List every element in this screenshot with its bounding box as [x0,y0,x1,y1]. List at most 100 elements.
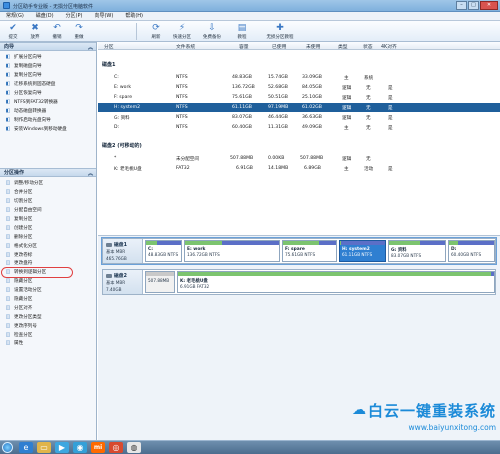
table-row[interactable]: G: 资料 NTFS 83.07GB 46.44GB 36.63GB 逻辑 无 … [98,113,500,122]
op-check[interactable]: ◫ 检查分区 [0,330,96,339]
table-row[interactable]: * 未分配空间 507.88MB 0.00KB 507.88MB 逻辑 无 [98,154,500,163]
op-change-type[interactable]: ◫ 更改分区类型 [0,312,96,321]
partition-block-g[interactable]: G: 资料 83.07GB NTFS [388,240,446,262]
cell-type: 主 [344,167,349,172]
table-row[interactable]: K: 老毛桃U盘 FAT32 6.91GB 14.18MB 6.89GB 主 活… [98,164,500,173]
wizard-item-label: 复制分区向导 [14,73,42,79]
disk1-header[interactable]: 磁盘1 [102,61,500,69]
col-free[interactable]: 未使用 [306,43,320,50]
collapse-icon[interactable]: ︽ [88,170,93,178]
col-4k-align[interactable]: 4K对齐 [381,43,397,50]
quick-partition-label: 快速分区 [173,35,191,40]
partition-block-c[interactable]: C: 48.83GB NTFS [145,240,182,262]
undo-button[interactable]: ↶ 撤销 [46,21,68,41]
partition-block-d[interactable]: D: 60.40GB NTFS [448,240,495,262]
start-orb-icon[interactable] [2,442,13,453]
disk2-header[interactable]: 磁盘2 (可移动的) [102,142,500,150]
chrome-icon[interactable]: ◍ [127,442,141,453]
folder-icon[interactable]: ▭ [37,442,51,453]
col-partition[interactable]: 分区 [104,43,114,50]
wizard-dynamic-disk[interactable]: ◧ 动态磁盘转换器 [0,106,96,115]
disk1-map[interactable]: 磁盘1 基本 MBR 465.76GB C: 48.83GB NTFS E: w… [102,238,496,264]
wizard-extend-partition[interactable]: ◧ 扩展分区向导 [0,53,96,62]
free-backup-button[interactable]: ⇩ 免费备份 [197,21,227,41]
redo-button[interactable]: ↷ 重做 [68,21,90,41]
wizard-partition-recovery[interactable]: ◧ 分区恢复向导 [0,89,96,98]
menu-general[interactable]: 常规(G) [0,12,30,20]
op-split[interactable]: ◫ 切割分区 [0,197,96,206]
col-filesystem[interactable]: 文件系统 [176,43,195,50]
partition-block-e[interactable]: E: work 136.72GB NTFS [184,240,280,262]
usage-fill [178,272,491,276]
table-row[interactable]: C: NTFS 48.83GB 15.74GB 33.09GB 主 系统 [98,73,500,82]
usage-fill [389,241,421,245]
partition-size: 61.11GB NTFS [342,252,373,257]
mi-icon[interactable]: mi [91,442,105,453]
col-capacity[interactable]: 容量 [239,43,249,50]
op-change-drive-letter[interactable]: ◫ 更改盘符 [0,259,96,268]
col-type[interactable]: 类型 [338,43,348,50]
close-button[interactable]: ✕ [480,1,498,10]
menu-disk[interactable]: 磁盘(D) [30,12,60,20]
op-merge[interactable]: ◫ 合并分区 [0,188,96,197]
collapse-icon[interactable]: ︽ [88,44,93,52]
partition-block-unallocated[interactable]: 507.88MB [145,271,175,293]
usage-bar [283,241,336,245]
op-item-label: 隐藏分区 [14,297,33,303]
wizard-windows-to-go[interactable]: ◧ 安装Windows到移动硬盘 [0,124,96,133]
op-format[interactable]: ◫ 格式化分区 [0,241,96,250]
table-row[interactable]: F: spare NTFS 75.61GB 50.51GB 25.10GB 逻辑… [98,93,500,102]
wizard-migrate-ssd[interactable]: ◧ 迁移系统到固态硬盘 [0,80,96,89]
op-convert-to-logical[interactable]: ◫ 转换到逻辑分区 [1,266,73,278]
op-set-active[interactable]: ◫ 设置活动分区 [0,286,96,295]
col-used[interactable]: 已使用 [272,43,286,50]
browser-icon[interactable]: ◎ [109,442,123,453]
menu-partition[interactable]: 分区(P) [60,12,89,20]
ops-section-header[interactable]: 分区操作 ︽ [0,168,96,178]
op-delete[interactable]: ◫ 删除分区 [0,232,96,241]
discard-button[interactable]: ✖ 放弃 [24,21,46,41]
menu-bar: 常规(G) 磁盘(D) 分区(P) 向导(W) 帮助(H) [0,12,500,21]
wizard-ntfs-fat32[interactable]: ◧ NTFS到FAT32转换器 [0,97,96,106]
op-resize-move[interactable]: ◫ 调整/移动分区 [0,179,96,188]
wizard-copy-partition[interactable]: ◧ 复制分区向导 [0,71,96,80]
op-properties[interactable]: ◫ 属性 [0,339,96,348]
partition-size: 83.07GB NTFS [391,253,422,258]
menu-help[interactable]: 帮助(H) [119,12,149,20]
op-create[interactable]: ◫ 创建分区 [0,223,96,232]
table-row-selected[interactable]: H: system2 NTFS 61.11GB 97.19MB 61.02GB … [98,103,500,112]
wizard-boot-disc[interactable]: ◧ 制作启动光盘向导 [0,115,96,124]
minimize-button[interactable]: – [456,1,467,10]
op-allocate-free-space[interactable]: ◫ 分配自由空间 [0,206,96,215]
usage-bar [146,272,174,276]
ie-icon[interactable]: e [19,442,33,453]
commit-button[interactable]: ✔ 提交 [2,21,24,41]
wizard-icon: ◧ [5,116,11,123]
wizard-section-header[interactable]: 向导 ︽ [0,42,96,51]
wizard-copy-disk[interactable]: ◧ 复制磁盘向导 [0,62,96,71]
wizard-item-label: 制作启动光盘向导 [14,117,51,123]
disk2-map[interactable]: 磁盘2 基本 MBR 7.40GB 507.88MB K: 老毛桃U盘 6.91… [102,269,496,295]
lossless-tutorial-button[interactable]: ✚ 无损分区教程 [257,21,303,41]
col-status[interactable]: 状态 [363,43,373,50]
toolbar: ✔ 提交 ✖ 放弃 ↶ 撤销 ↷ 重做 ⟳ 刷新 ⚡ 快速分区 ⇩ 免费备份 ▤… [0,21,500,42]
op-change-serial[interactable]: ◫ 更改序列号 [0,321,96,330]
table-row[interactable]: D: NTFS 60.40GB 11.31GB 49.09GB 主 无 是 [98,123,500,132]
maximize-button[interactable]: □ [468,1,479,10]
op-copy[interactable]: ◫ 复制分区 [0,215,96,224]
op-hide[interactable]: ◫ 隐藏分区 [0,277,96,286]
table-row[interactable]: E: work NTFS 136.72GB 52.68GB 84.05GB 逻辑… [98,83,500,92]
qq-icon[interactable]: ◉ [73,442,87,453]
op-align[interactable]: ◫ 分区对齐 [0,303,96,312]
media-icon[interactable]: ▶ [55,442,69,453]
partition-block-f[interactable]: F: spare 75.61GB NTFS [282,240,337,262]
partition-block-h[interactable]: H: system2 61.11GB NTFS [339,240,386,262]
op-change-label[interactable]: ◫ 更改卷标 [0,250,96,259]
menu-wizard[interactable]: 向导(W) [88,12,119,20]
refresh-button[interactable]: ⟳ 刷新 [145,21,167,41]
partition-block-k[interactable]: K: 老毛桃U盘 6.91GB FAT32 [177,271,495,293]
tutorial-button[interactable]: ▤ 教程 [227,21,257,41]
op-hide-2[interactable]: ◫ 隐藏分区 [0,295,96,304]
quick-partition-button[interactable]: ⚡ 快速分区 [167,21,197,41]
disk1-info: 磁盘1 基本 MBR 465.76GB [103,239,143,263]
